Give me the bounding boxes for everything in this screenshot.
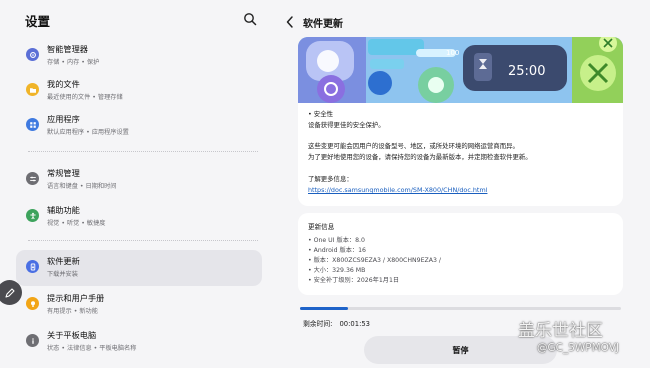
remaining-time-value: 00:01:53 [339, 320, 371, 328]
release-notes-line: 了解更多信息： [308, 175, 353, 183]
settings-item-subtitle: 语言和键盘 • 日期和时间 [47, 183, 117, 190]
settings-item-label: 软件更新 [47, 256, 80, 266]
settings-item-software-update[interactable]: 软件更新 下载并安装 [16, 250, 262, 286]
pen-icon [4, 287, 15, 298]
settings-item-device-care[interactable]: 智能管理器 存储 • 内存 • 保护 [16, 38, 262, 74]
settings-item-label: 常规管理 [47, 168, 80, 178]
release-notes-line: 这些变更可能会因用户的设备型号、地区，或所处环境的网络运营商而异。 [308, 142, 519, 150]
update-info-line: • Android 版本：16 [308, 247, 366, 254]
update-info-title: 更新信息 [308, 223, 335, 231]
settings-item-label: 关于平板电脑 [47, 330, 97, 340]
settings-item-label: 应用程序 [47, 114, 80, 124]
update-details-card: 100 25:00 • 安全性 设备获得更佳的安全保护。 这些变更可能会因用户的… [298, 37, 623, 206]
update-info-line: • 安全补丁级别：2026年1月1日 [308, 277, 400, 284]
settings-item-tips[interactable]: 提示和用户手册 有用提示 • 新功能 [16, 287, 262, 323]
settings-item-subtitle: 视觉 • 听觉 • 敏捷度 [47, 220, 106, 227]
sliders-icon [26, 172, 39, 185]
release-notes-line: 为了更好地使用您的设备，请保持您的设备为最新版本，并定期检查软件更新。 [308, 153, 532, 161]
release-notes-line: 设备获得更佳的安全保护。 [308, 121, 385, 129]
remaining-time: 剩余时间: 00:01:53 [303, 318, 370, 328]
update-info-line: • 大小：329.36 MB [308, 267, 366, 274]
banner-clock: 25:00 [508, 64, 545, 79]
settings-item-subtitle: 下载并安装 [47, 271, 78, 278]
settings-item-label: 提示和用户手册 [47, 293, 105, 303]
settings-item-my-files[interactable]: 我的文件 最近使用的文件 • 管理存储 [16, 73, 262, 109]
settings-item-about-tablet[interactable]: 关于平板电脑 状态 • 法律信息 • 平板电脑名称 [16, 324, 262, 360]
remaining-time-label: 剩余时间: [303, 320, 333, 328]
settings-item-label: 我的文件 [47, 79, 80, 89]
update-info-line: • 版本：X800ZCS9EZA3 / X800CHN9EZA3 / [308, 257, 441, 264]
software-update-icon [26, 260, 39, 273]
watermark-title: 盖乐世社区 [518, 321, 603, 341]
settings-item-subtitle: 存储 • 内存 • 保护 [47, 59, 100, 66]
device-care-icon [26, 48, 39, 61]
back-button[interactable] [285, 15, 295, 29]
search-icon [244, 13, 257, 26]
settings-item-subtitle: 状态 • 法律信息 • 平板电脑名称 [47, 345, 137, 352]
settings-item-accessibility[interactable]: 辅助功能 视觉 • 听觉 • 敏捷度 [16, 199, 262, 235]
info-icon [26, 334, 39, 347]
settings-pane: 设置 智能管理器 存储 • 内存 • 保护 我的文件 最近使用的文件 • 管理存… [0, 0, 272, 368]
settings-item-subtitle: 默认应用程序 • 应用程序设置 [47, 129, 129, 136]
update-info-card: 更新信息 • One UI 版本：8.0 • Android 版本：16 • 版… [298, 213, 623, 295]
download-progress-fill [300, 307, 349, 310]
page-title: 软件更新 [303, 19, 343, 30]
software-update-pane: 软件更新 100 25:00 • 安全性 设备获得更佳的安全保护。 这些变更可能… [272, 0, 650, 368]
accessibility-icon [26, 209, 39, 222]
one-ui-banner: 100 25:00 [298, 37, 623, 103]
settings-item-label: 辅助功能 [47, 205, 80, 215]
apps-grid-icon [26, 118, 39, 131]
search-button[interactable] [243, 12, 257, 26]
tips-icon [26, 297, 39, 310]
settings-item-subtitle: 有用提示 • 新功能 [47, 308, 98, 315]
settings-item-label: 智能管理器 [47, 44, 88, 54]
watermark-handle: @GC_5WPMOVJ [537, 342, 620, 354]
settings-item-apps[interactable]: 应用程序 默认应用程序 • 应用程序设置 [16, 108, 262, 144]
folder-icon [26, 83, 39, 96]
more-info-link[interactable]: https://doc.samsungmobile.com/SM-X800/CH… [308, 185, 487, 195]
section-divider [28, 240, 258, 241]
settings-item-subtitle: 最近使用的文件 • 管理存储 [47, 94, 123, 101]
svg-text:100: 100 [446, 49, 459, 57]
section-divider [28, 151, 258, 152]
release-notes-line: • 安全性 [308, 110, 333, 118]
update-info-line: • One UI 版本：8.0 [308, 237, 365, 244]
chevron-left-icon [286, 16, 293, 28]
download-progress-bar [300, 307, 621, 310]
settings-item-general-management[interactable]: 常规管理 语言和键盘 • 日期和时间 [16, 162, 262, 198]
page-title: 设置 [25, 14, 51, 29]
